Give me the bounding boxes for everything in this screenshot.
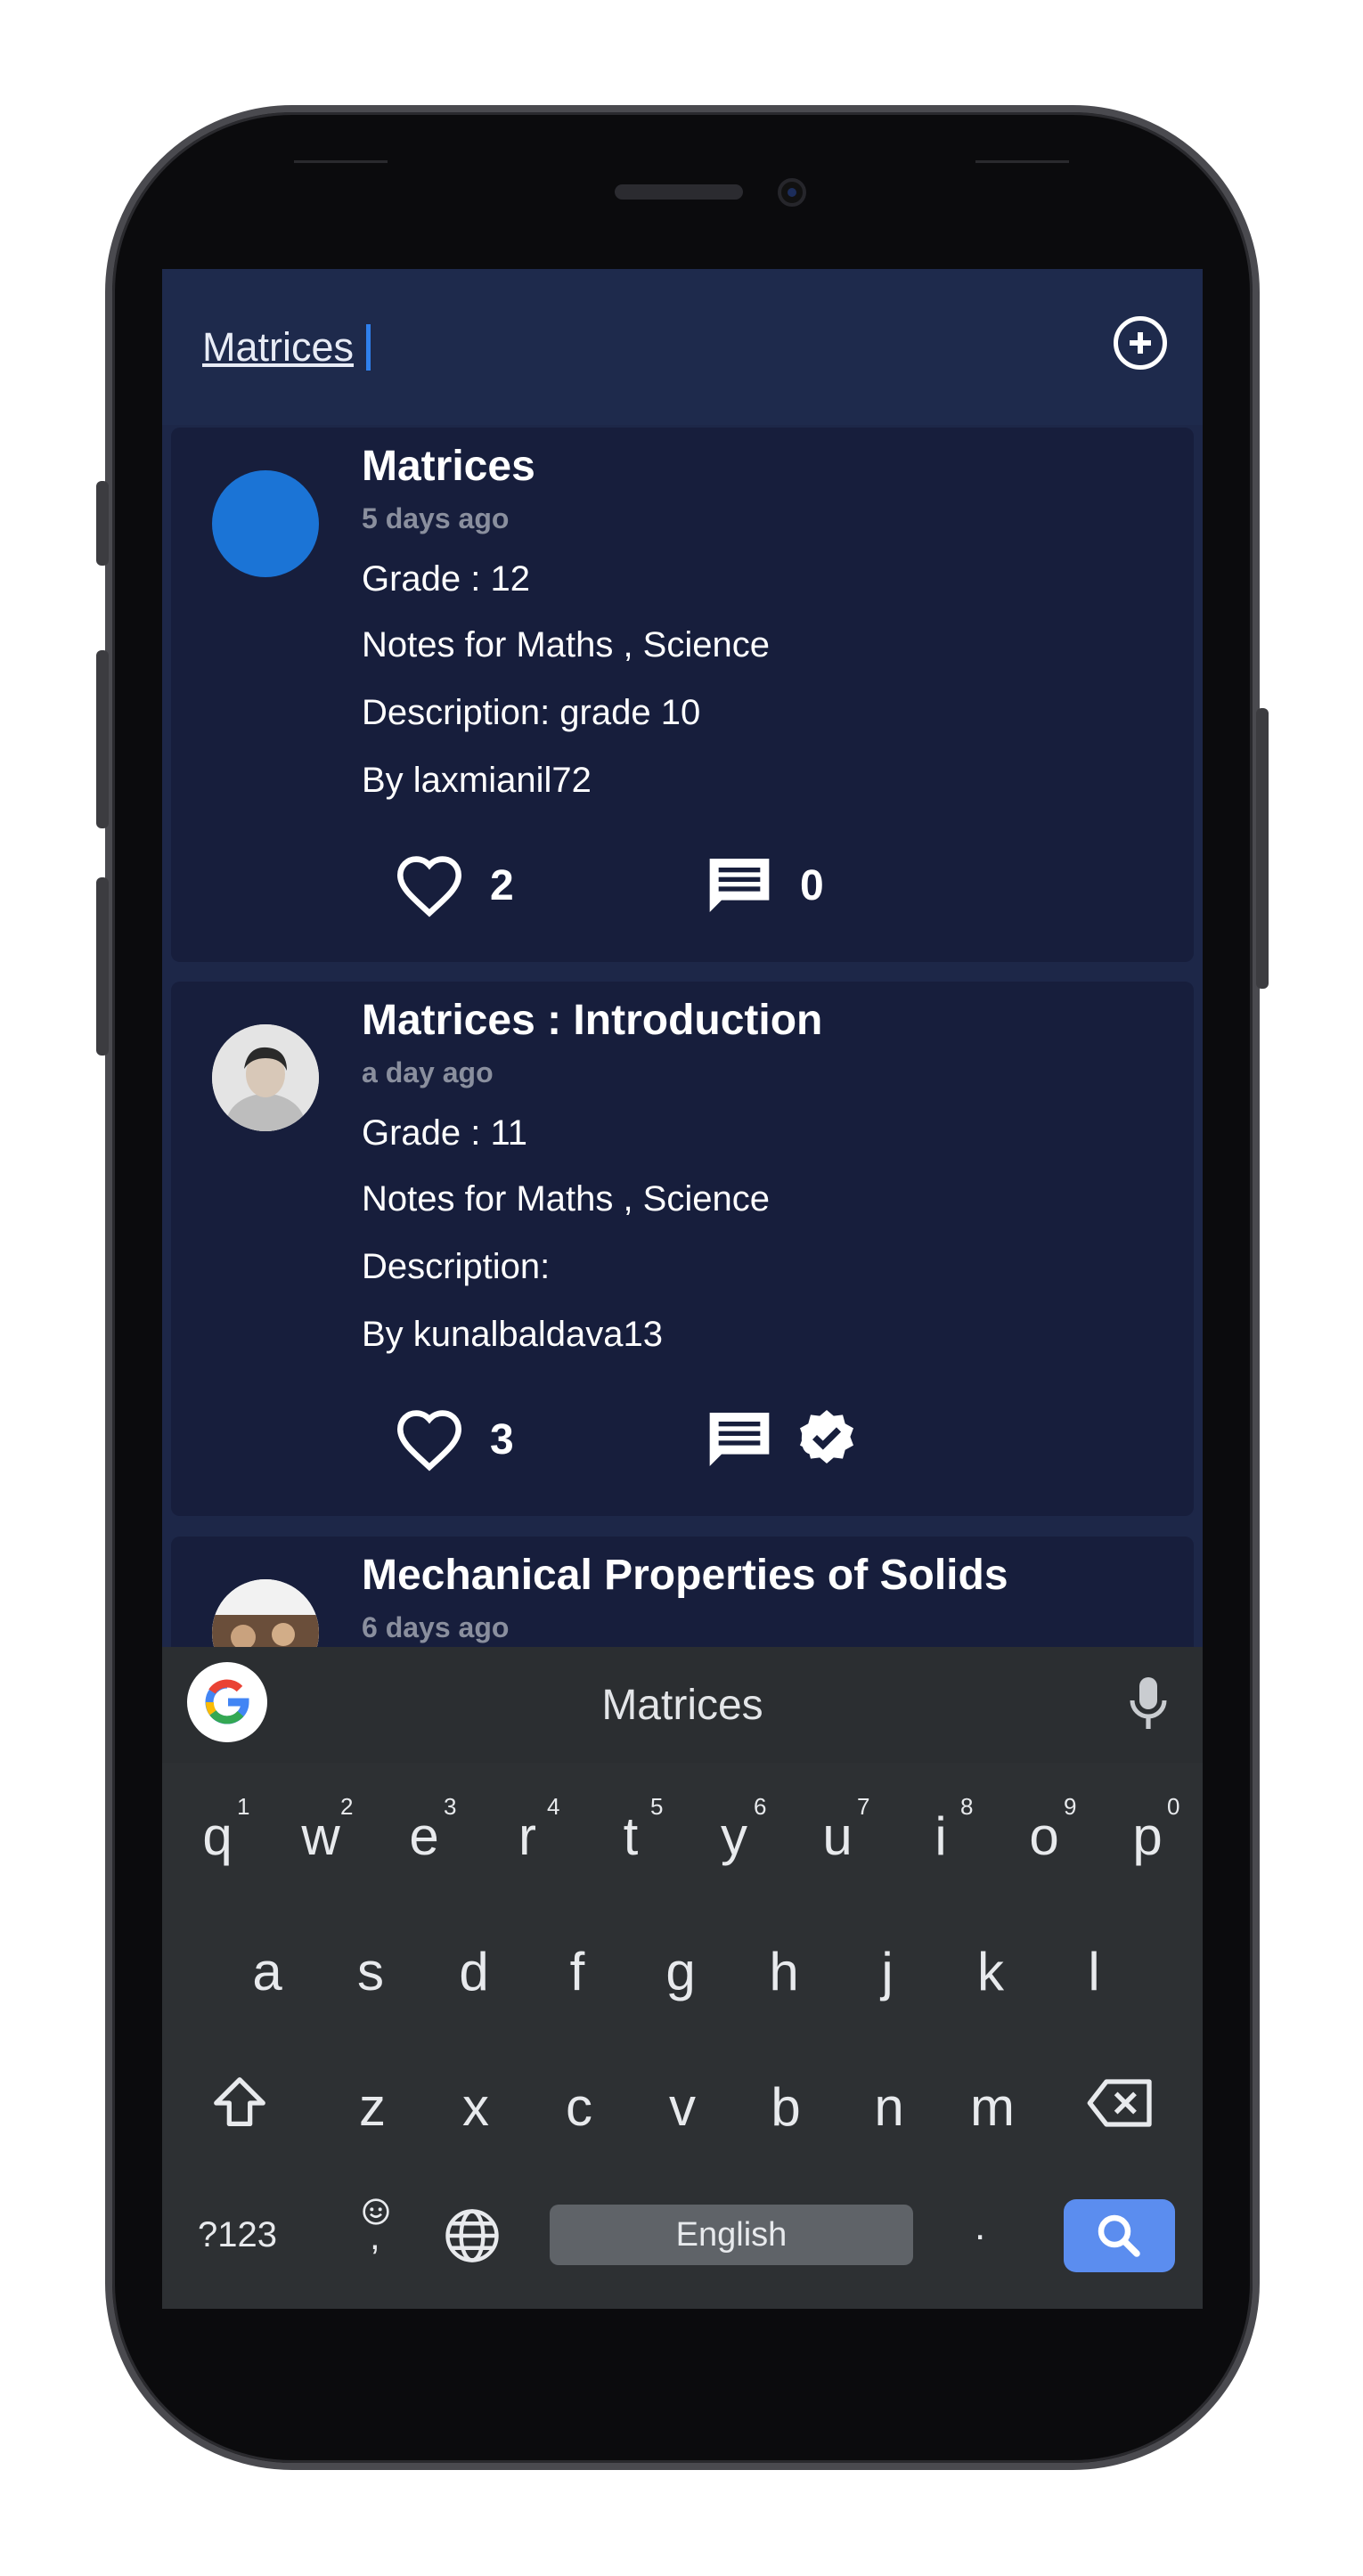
power-button (1256, 708, 1269, 989)
key-s[interactable]: s (326, 1941, 415, 2002)
key-v[interactable]: v (638, 2076, 727, 2138)
space-key[interactable]: English (550, 2205, 913, 2265)
key-m[interactable]: m (948, 2076, 1037, 2138)
post-grade: Grade : 11 (362, 1113, 528, 1153)
key-f[interactable]: f (533, 1941, 622, 2002)
key-hint: 2 (340, 1793, 354, 1820)
key-hint: 8 (960, 1793, 974, 1820)
comment-button[interactable]: 0 (704, 850, 824, 921)
key-hint: 7 (857, 1793, 870, 1820)
frame-line-left (294, 160, 388, 163)
globe-icon[interactable] (443, 2206, 502, 2265)
shift-icon[interactable] (208, 2072, 271, 2134)
key-hint: 5 (650, 1793, 664, 1820)
key-z[interactable]: z (328, 2076, 417, 2138)
front-camera (778, 178, 806, 207)
avatar (212, 470, 319, 577)
post-subjects: Notes for Maths , Science (362, 1179, 770, 1219)
volume-down-button (96, 877, 109, 1056)
post-title: Matrices (362, 443, 535, 490)
search-key[interactable] (1064, 2199, 1175, 2272)
key-d[interactable]: d (429, 1941, 518, 2002)
key-hint: 1 (237, 1793, 250, 1820)
backspace-icon[interactable] (1085, 2075, 1156, 2132)
text-cursor (366, 324, 371, 371)
post-time: a day ago (362, 1056, 494, 1088)
search-input[interactable] (202, 321, 826, 374)
earpiece-speaker (615, 184, 743, 200)
frame-line-right (975, 160, 1069, 163)
like-button[interactable]: 3 (394, 1407, 514, 1471)
microphone-icon[interactable] (1129, 1675, 1168, 1731)
post-description: Description: (362, 1247, 551, 1286)
key-a[interactable]: a (223, 1941, 312, 2002)
key-l[interactable]: l (1049, 1941, 1139, 2002)
key-hint: 9 (1064, 1793, 1077, 1820)
key-k[interactable]: k (946, 1941, 1035, 2002)
key-c[interactable]: c (535, 2076, 624, 2138)
comment-icon (709, 859, 770, 912)
mute-switch (96, 481, 109, 566)
symbols-key[interactable]: ?123 (198, 2215, 277, 2255)
post-title: Matrices : Introduction (362, 997, 823, 1044)
period-key[interactable]: . (975, 2205, 985, 2249)
post-grade: Grade : 12 (362, 559, 531, 599)
suggestion-word[interactable]: Matrices (162, 1681, 1203, 1730)
volume-up-button (96, 650, 109, 828)
key-hint: 6 (754, 1793, 767, 1820)
key-hint: 0 (1167, 1793, 1180, 1820)
key-hint: 3 (444, 1793, 457, 1820)
post-title: Mechanical Properties of Solids (362, 1552, 1008, 1599)
key-h[interactable]: h (739, 1941, 828, 2002)
key-n[interactable]: n (845, 2076, 934, 2138)
post-description: Description: grade 10 (362, 693, 701, 732)
post-card[interactable]: Matrices 5 days ago Grade : 12 Notes for… (171, 428, 1194, 962)
post-time: 6 days ago (362, 1611, 510, 1643)
add-post-button[interactable] (1114, 316, 1167, 370)
post-author: By kunalbaldava13 (362, 1315, 664, 1354)
post-time: 5 days ago (362, 502, 510, 534)
user-photo-icon (212, 1024, 319, 1131)
key-j[interactable]: j (843, 1941, 932, 2002)
search-icon (1098, 2214, 1140, 2257)
key-x[interactable]: x (431, 2076, 520, 2138)
avatar (212, 1024, 319, 1131)
heart-icon (396, 856, 462, 917)
key-g[interactable]: g (636, 1941, 725, 2002)
like-count: 2 (490, 861, 514, 909)
like-count: 3 (490, 1415, 514, 1463)
verified-badge-icon (800, 1410, 853, 1463)
post-subjects: Notes for Maths , Science (362, 625, 770, 664)
heart-icon (396, 1410, 462, 1471)
key-b[interactable]: b (741, 2076, 830, 2138)
suggestion-strip: Matrices (162, 1647, 1203, 1763)
comma-label: , (370, 2215, 380, 2257)
app-screen: Matrices 5 days ago Grade : 12 Notes for… (162, 269, 1203, 2309)
comment-count: 0 (800, 861, 824, 909)
post-author: By laxmianil72 (362, 761, 592, 800)
post-card[interactable]: Matrices : Introduction a day ago Grade … (171, 982, 1194, 1516)
comment-icon (709, 1413, 770, 1466)
like-button[interactable]: 2 (394, 853, 514, 917)
search-bar (162, 269, 1203, 425)
key-hint: 4 (547, 1793, 560, 1820)
keyboard: Matrices q1w2e3r4t5y6u7i8o9p0 asdfghjkl … (162, 1647, 1203, 2309)
emoji-comma-key[interactable]: , (354, 2197, 398, 2269)
